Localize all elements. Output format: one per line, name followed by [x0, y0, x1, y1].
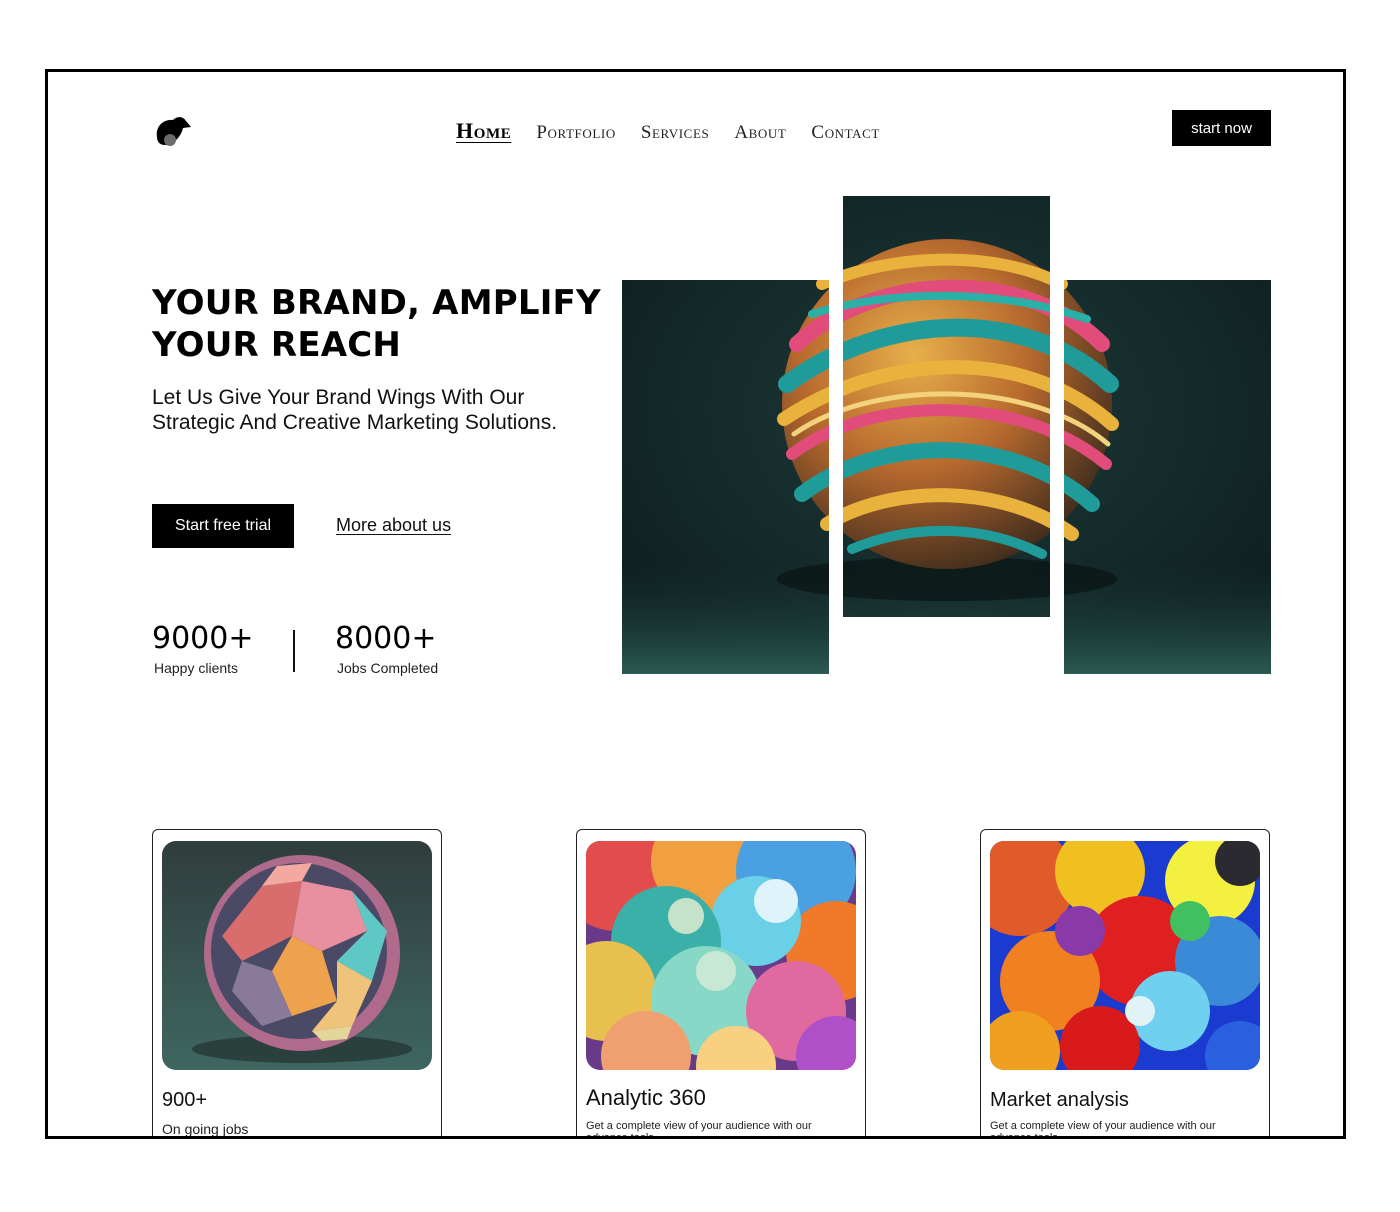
nav-item-home[interactable]: Home: [456, 118, 511, 144]
stat-jobs-completed: 8000+ Jobs Completed: [335, 621, 439, 677]
bird-logo-icon[interactable]: [153, 115, 193, 151]
more-about-us-link[interactable]: More about us: [336, 515, 451, 536]
card-image-clouds: [586, 841, 856, 1070]
card-description: On going jobs: [162, 1121, 249, 1137]
start-now-button[interactable]: start now: [1172, 110, 1271, 146]
page-frame: Home Portfolio Services About Contact st…: [45, 69, 1346, 1139]
card-market-analysis[interactable]: Market analysis Get a complete view of y…: [980, 829, 1270, 1139]
card-description: Get a complete view of your audience wit…: [990, 1120, 1216, 1139]
card-image-paint-splash: [990, 841, 1260, 1070]
hero-title: YOUR BRAND, AMPLIFY YOUR REACH: [152, 283, 601, 365]
stat-happy-clients: 9000+ Happy clients: [152, 621, 254, 677]
main-nav: Home Portfolio Services About Contact: [456, 118, 880, 144]
nav-item-services[interactable]: Services: [641, 122, 710, 144]
stat-value: 9000+: [152, 621, 254, 656]
hero-subtitle: Let Us Give Your Brand Wings With Our St…: [152, 386, 558, 434]
start-free-trial-button[interactable]: Start free trial: [152, 504, 294, 548]
card-ongoing-jobs[interactable]: 900+ On going jobs: [152, 829, 442, 1137]
nav-item-portfolio[interactable]: Portfolio: [536, 122, 615, 144]
card-description: Get a complete view of your audience wit…: [586, 1120, 812, 1139]
stat-divider: [293, 630, 295, 672]
hero-image-right: [1064, 280, 1271, 674]
stat-label: Happy clients: [154, 660, 239, 676]
stat-label: Jobs Completed: [337, 660, 439, 676]
stat-value: 8000+: [335, 621, 437, 656]
card-title: 900+: [162, 1089, 208, 1111]
nav-item-contact[interactable]: Contact: [811, 122, 880, 144]
hero-image-left: [622, 280, 829, 674]
card-image-globe: [162, 841, 432, 1070]
nav-item-about[interactable]: About: [734, 122, 786, 144]
card-title: Analytic 360: [586, 1085, 706, 1110]
hero-image-center: [843, 196, 1050, 617]
card-title: Market analysis: [990, 1089, 1129, 1111]
card-analytic-360[interactable]: Analytic 360 Get a complete view of your…: [576, 829, 866, 1139]
